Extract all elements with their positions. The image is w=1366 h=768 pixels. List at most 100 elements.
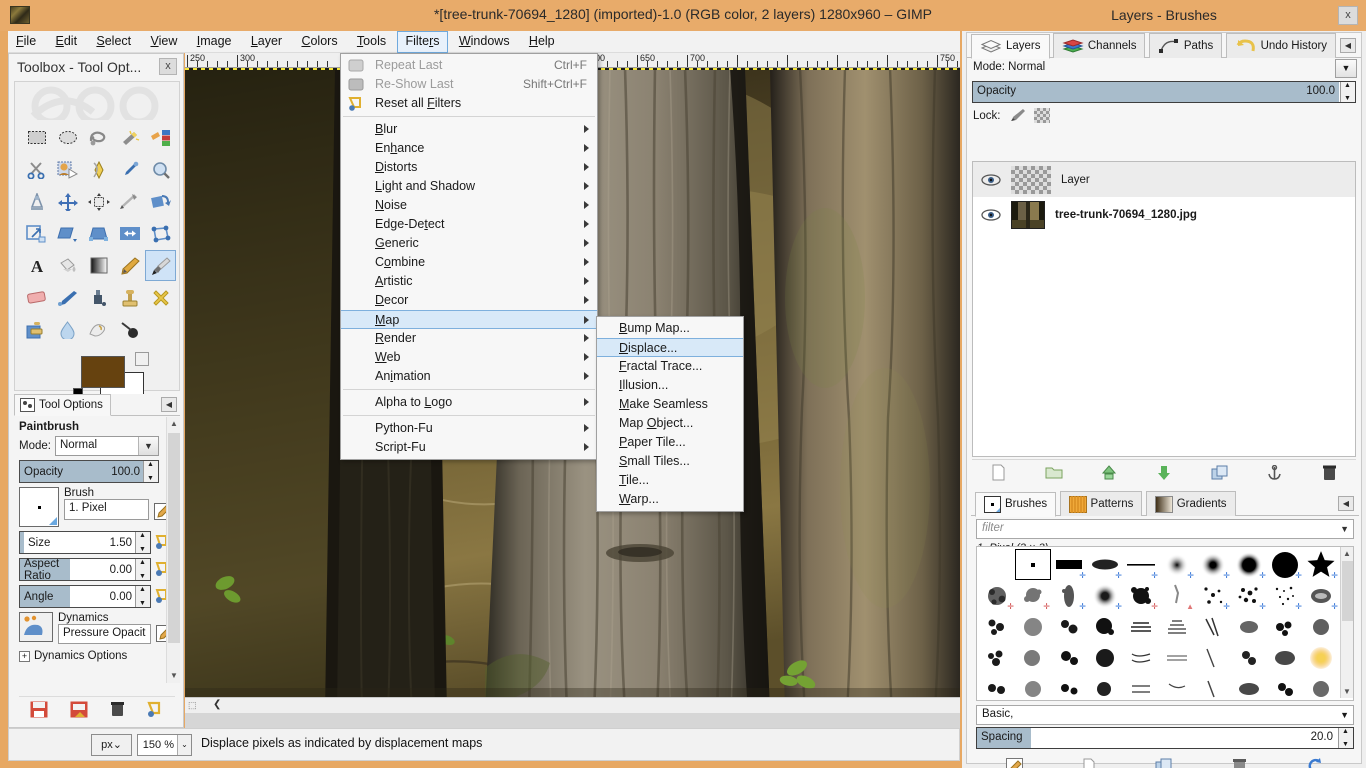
brush-cell[interactable]: ✛: [1015, 580, 1051, 611]
submenu-tile[interactable]: Tile...: [597, 471, 743, 490]
menu-view[interactable]: View: [142, 31, 185, 53]
ellipse-select-tool[interactable]: [52, 122, 83, 153]
brush-cell[interactable]: ✛: [1303, 549, 1339, 580]
scissors-select-tool[interactable]: [21, 154, 52, 185]
brush-cell[interactable]: ✛: [1159, 549, 1195, 580]
submenu-warp[interactable]: Warp...: [597, 490, 743, 509]
refresh-brushes-icon[interactable]: [1306, 758, 1324, 768]
scroll-thumb[interactable]: [168, 433, 180, 643]
submenu-map-object[interactable]: Map Object...: [597, 414, 743, 433]
brush-grid-scrollbar[interactable]: ▲ ▼: [1340, 547, 1353, 698]
brush-cell[interactable]: [1303, 673, 1339, 701]
delete-tool-preset-icon[interactable]: [110, 701, 125, 718]
reset-tool-options-icon[interactable]: [147, 701, 164, 718]
menu-distorts[interactable]: Distorts: [341, 158, 597, 177]
menu-generic[interactable]: Generic: [341, 234, 597, 253]
brush-cell[interactable]: [979, 549, 1015, 580]
submenu-make-seamless[interactable]: Make Seamless: [597, 395, 743, 414]
brush-cell[interactable]: [1159, 611, 1195, 642]
raise-layer-icon[interactable]: [1101, 465, 1117, 481]
align-tool[interactable]: [83, 186, 114, 217]
brush-cell[interactable]: [1051, 673, 1087, 701]
brush-cell[interactable]: [1159, 642, 1195, 673]
brush-cell[interactable]: [1195, 642, 1231, 673]
brush-cell[interactable]: ✛: [1303, 580, 1339, 611]
layer-opacity-stepper[interactable]: [1340, 82, 1355, 102]
delete-brush-icon[interactable]: [1232, 758, 1247, 768]
foreground-color-swatch[interactable]: [81, 356, 125, 388]
menu-decor[interactable]: Decor: [341, 291, 597, 310]
brush-cell[interactable]: [1123, 642, 1159, 673]
menu-animation[interactable]: Animation: [341, 367, 597, 386]
pencil-tool[interactable]: [114, 250, 145, 281]
brush-cell[interactable]: ✛: [1195, 580, 1231, 611]
brush-cell[interactable]: [1015, 642, 1051, 673]
menu-light-and-shadow[interactable]: Light and Shadow: [341, 177, 597, 196]
rotate-tool[interactable]: [145, 186, 176, 217]
brush-cell[interactable]: ✛: [1051, 549, 1087, 580]
brush-cell[interactable]: [979, 673, 1015, 701]
submenu-paper-tile[interactable]: Paper Tile...: [597, 433, 743, 452]
tab-undo-history[interactable]: Undo History: [1226, 33, 1336, 58]
menu-render[interactable]: Render: [341, 329, 597, 348]
tab-brushes[interactable]: Brushes: [975, 492, 1056, 517]
delete-layer-icon[interactable]: [1322, 464, 1337, 481]
brush-cell[interactable]: ✛: [1195, 549, 1231, 580]
eye-icon[interactable]: [981, 173, 1001, 187]
brush-cell[interactable]: [1231, 611, 1267, 642]
new-layer-icon[interactable]: [991, 464, 1006, 481]
edit-brush-icon[interactable]: [1006, 758, 1023, 768]
perspective-clone-tool[interactable]: [21, 314, 52, 345]
layer-mode-dropdown[interactable]: ▼: [1335, 59, 1357, 78]
lock-alpha-icon[interactable]: [1034, 108, 1050, 123]
brush-cell[interactable]: [1303, 611, 1339, 642]
unit-selector[interactable]: px⌄: [91, 734, 132, 756]
brush-cell[interactable]: [1123, 673, 1159, 701]
brush-cell[interactable]: [1087, 642, 1123, 673]
submenu-fractal-trace[interactable]: Fractal Trace...: [597, 357, 743, 376]
measure-tool[interactable]: [21, 186, 52, 217]
menu-map[interactable]: Map: [341, 310, 597, 329]
dynamics-value-box[interactable]: Pressure Opacit: [58, 624, 151, 644]
brush-cell[interactable]: [1087, 611, 1123, 642]
menu-edit[interactable]: Edit: [48, 31, 86, 53]
aspect-stepper[interactable]: [135, 559, 150, 580]
layer-list[interactable]: Layer: [972, 161, 1356, 457]
brush-cell[interactable]: ✛: [1267, 580, 1303, 611]
menu-file[interactable]: File: [8, 31, 44, 53]
clone-tool[interactable]: [114, 282, 145, 313]
menu-python-fu[interactable]: Python-Fu: [341, 419, 597, 438]
brush-cell[interactable]: [1015, 673, 1051, 701]
brush-cell[interactable]: ✛: [979, 580, 1015, 611]
zoom-tool[interactable]: [145, 154, 176, 185]
lower-layer-icon[interactable]: [1156, 465, 1172, 481]
toolbox-close-button[interactable]: x: [159, 58, 177, 75]
lock-pixels-icon[interactable]: [1009, 108, 1026, 123]
mode-combo[interactable]: Normal ▼: [55, 436, 159, 456]
menu-tools[interactable]: Tools: [349, 31, 394, 53]
brush-filter-input[interactable]: filter ▼: [976, 519, 1354, 539]
free-select-tool[interactable]: [83, 122, 114, 153]
brush-cell[interactable]: ✛: [1123, 580, 1159, 611]
swap-colors-icon[interactable]: [135, 352, 149, 366]
layer-row-tree-trunk[interactable]: tree-trunk-70694_1280.jpg: [973, 197, 1355, 232]
foreground-select-tool[interactable]: [52, 154, 83, 185]
airbrush-tool[interactable]: [52, 282, 83, 313]
brush-cell[interactable]: ✛: [1231, 580, 1267, 611]
angle-stepper[interactable]: [135, 586, 150, 607]
menu-layer[interactable]: Layer: [243, 31, 290, 53]
size-stepper[interactable]: [135, 532, 150, 553]
duplicate-brush-icon[interactable]: [1155, 758, 1172, 768]
submenu-bump-map[interactable]: Bump Map...: [597, 319, 743, 338]
select-by-color-tool[interactable]: [145, 122, 176, 153]
eye-icon[interactable]: [981, 208, 1001, 222]
flip-tool[interactable]: [114, 218, 145, 249]
brush-cell[interactable]: [979, 642, 1015, 673]
smudge-tool[interactable]: [83, 314, 114, 345]
scroll-down-icon[interactable]: ▼: [167, 669, 181, 683]
brush-cell[interactable]: [1267, 611, 1303, 642]
brush-cell[interactable]: [1267, 673, 1303, 701]
brush-cell[interactable]: [1087, 673, 1123, 701]
brush-cell[interactable]: ✛: [1231, 549, 1267, 580]
menu-select[interactable]: Select: [88, 31, 139, 53]
